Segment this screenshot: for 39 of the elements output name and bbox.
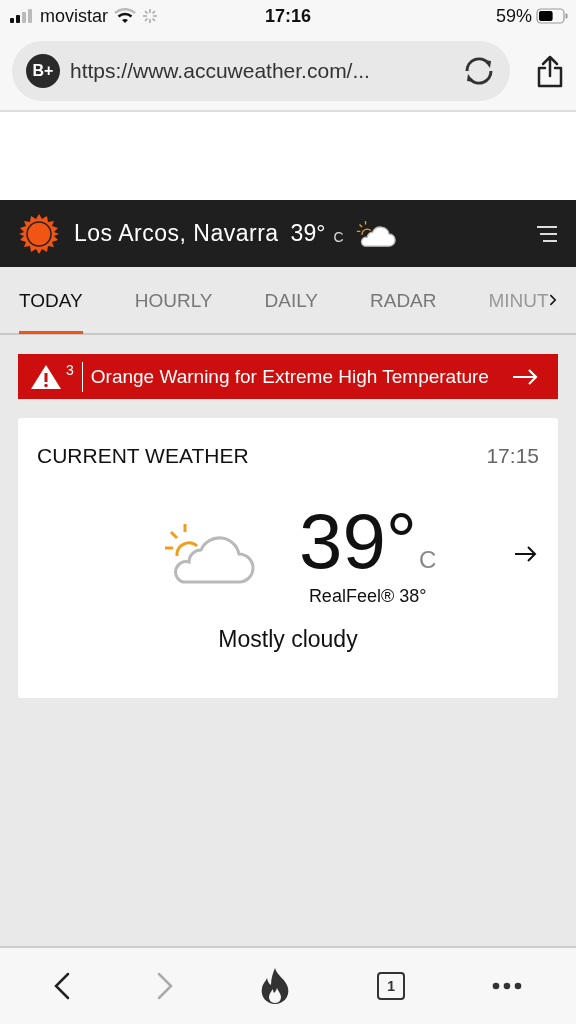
battery-percentage: 59% <box>495 5 532 27</box>
share-icon[interactable] <box>536 54 564 88</box>
alert-count: 3 <box>66 362 83 392</box>
nav-tab[interactable]: HOURLY <box>134 268 213 334</box>
weather-condition: Mostly cloudy <box>217 626 359 653</box>
observation-time: 17:15 <box>486 444 539 468</box>
alert-text: Orange Warning for Extreme High Temperature <box>90 365 489 388</box>
temperature-unit: C <box>418 546 437 574</box>
tab-count-button[interactable]: 1 <box>377 972 406 1000</box>
warning-icon <box>30 363 62 390</box>
realfeel-temperature: RealFeel® 38° <box>308 586 427 607</box>
more-icon[interactable] <box>492 982 523 990</box>
carrier-name: movistar <box>40 5 108 27</box>
location-name[interactable]: Los Arcos, Navarra <box>74 220 279 247</box>
cloud-sun-icon <box>163 521 255 586</box>
flame-icon[interactable] <box>259 968 290 1004</box>
alert-banner[interactable]: 3 Orange Warning for Extreme High Temperature <box>18 354 558 399</box>
battery-icon <box>536 8 568 24</box>
header-temperature: 39° <box>290 220 326 247</box>
nav-tab[interactable]: DAILY <box>264 268 318 334</box>
arrow-right-icon <box>512 368 538 385</box>
weather-card[interactable]: CURRENT WEATHER 17:15 39°C RealFeel® 38° Mostly cloudy <box>18 418 558 698</box>
menu-icon[interactable] <box>536 224 558 243</box>
current-temperature: 39° <box>299 500 417 582</box>
url-text[interactable]: https://www.accuweather.com/... <box>70 59 452 83</box>
arrow-right-icon[interactable] <box>515 545 537 562</box>
back-icon[interactable] <box>53 972 70 1000</box>
loading-icon <box>142 8 158 24</box>
nav-tab[interactable]: RADAR <box>370 268 437 334</box>
wifi-icon <box>114 8 136 24</box>
signal-icon <box>10 9 34 23</box>
temperature-unit: C <box>333 227 344 245</box>
card-title: CURRENT WEATHER <box>37 444 249 468</box>
browser-badge[interactable]: B+ <box>26 54 60 88</box>
clock-time: 17:16 <box>264 5 311 27</box>
cloud-sun-icon <box>355 219 396 248</box>
address-bar[interactable]: B+ https://www.accuweather.com/... <box>12 41 510 101</box>
sun-logo-icon[interactable] <box>19 213 59 254</box>
nav-tab[interactable]: TODAY <box>19 268 83 334</box>
